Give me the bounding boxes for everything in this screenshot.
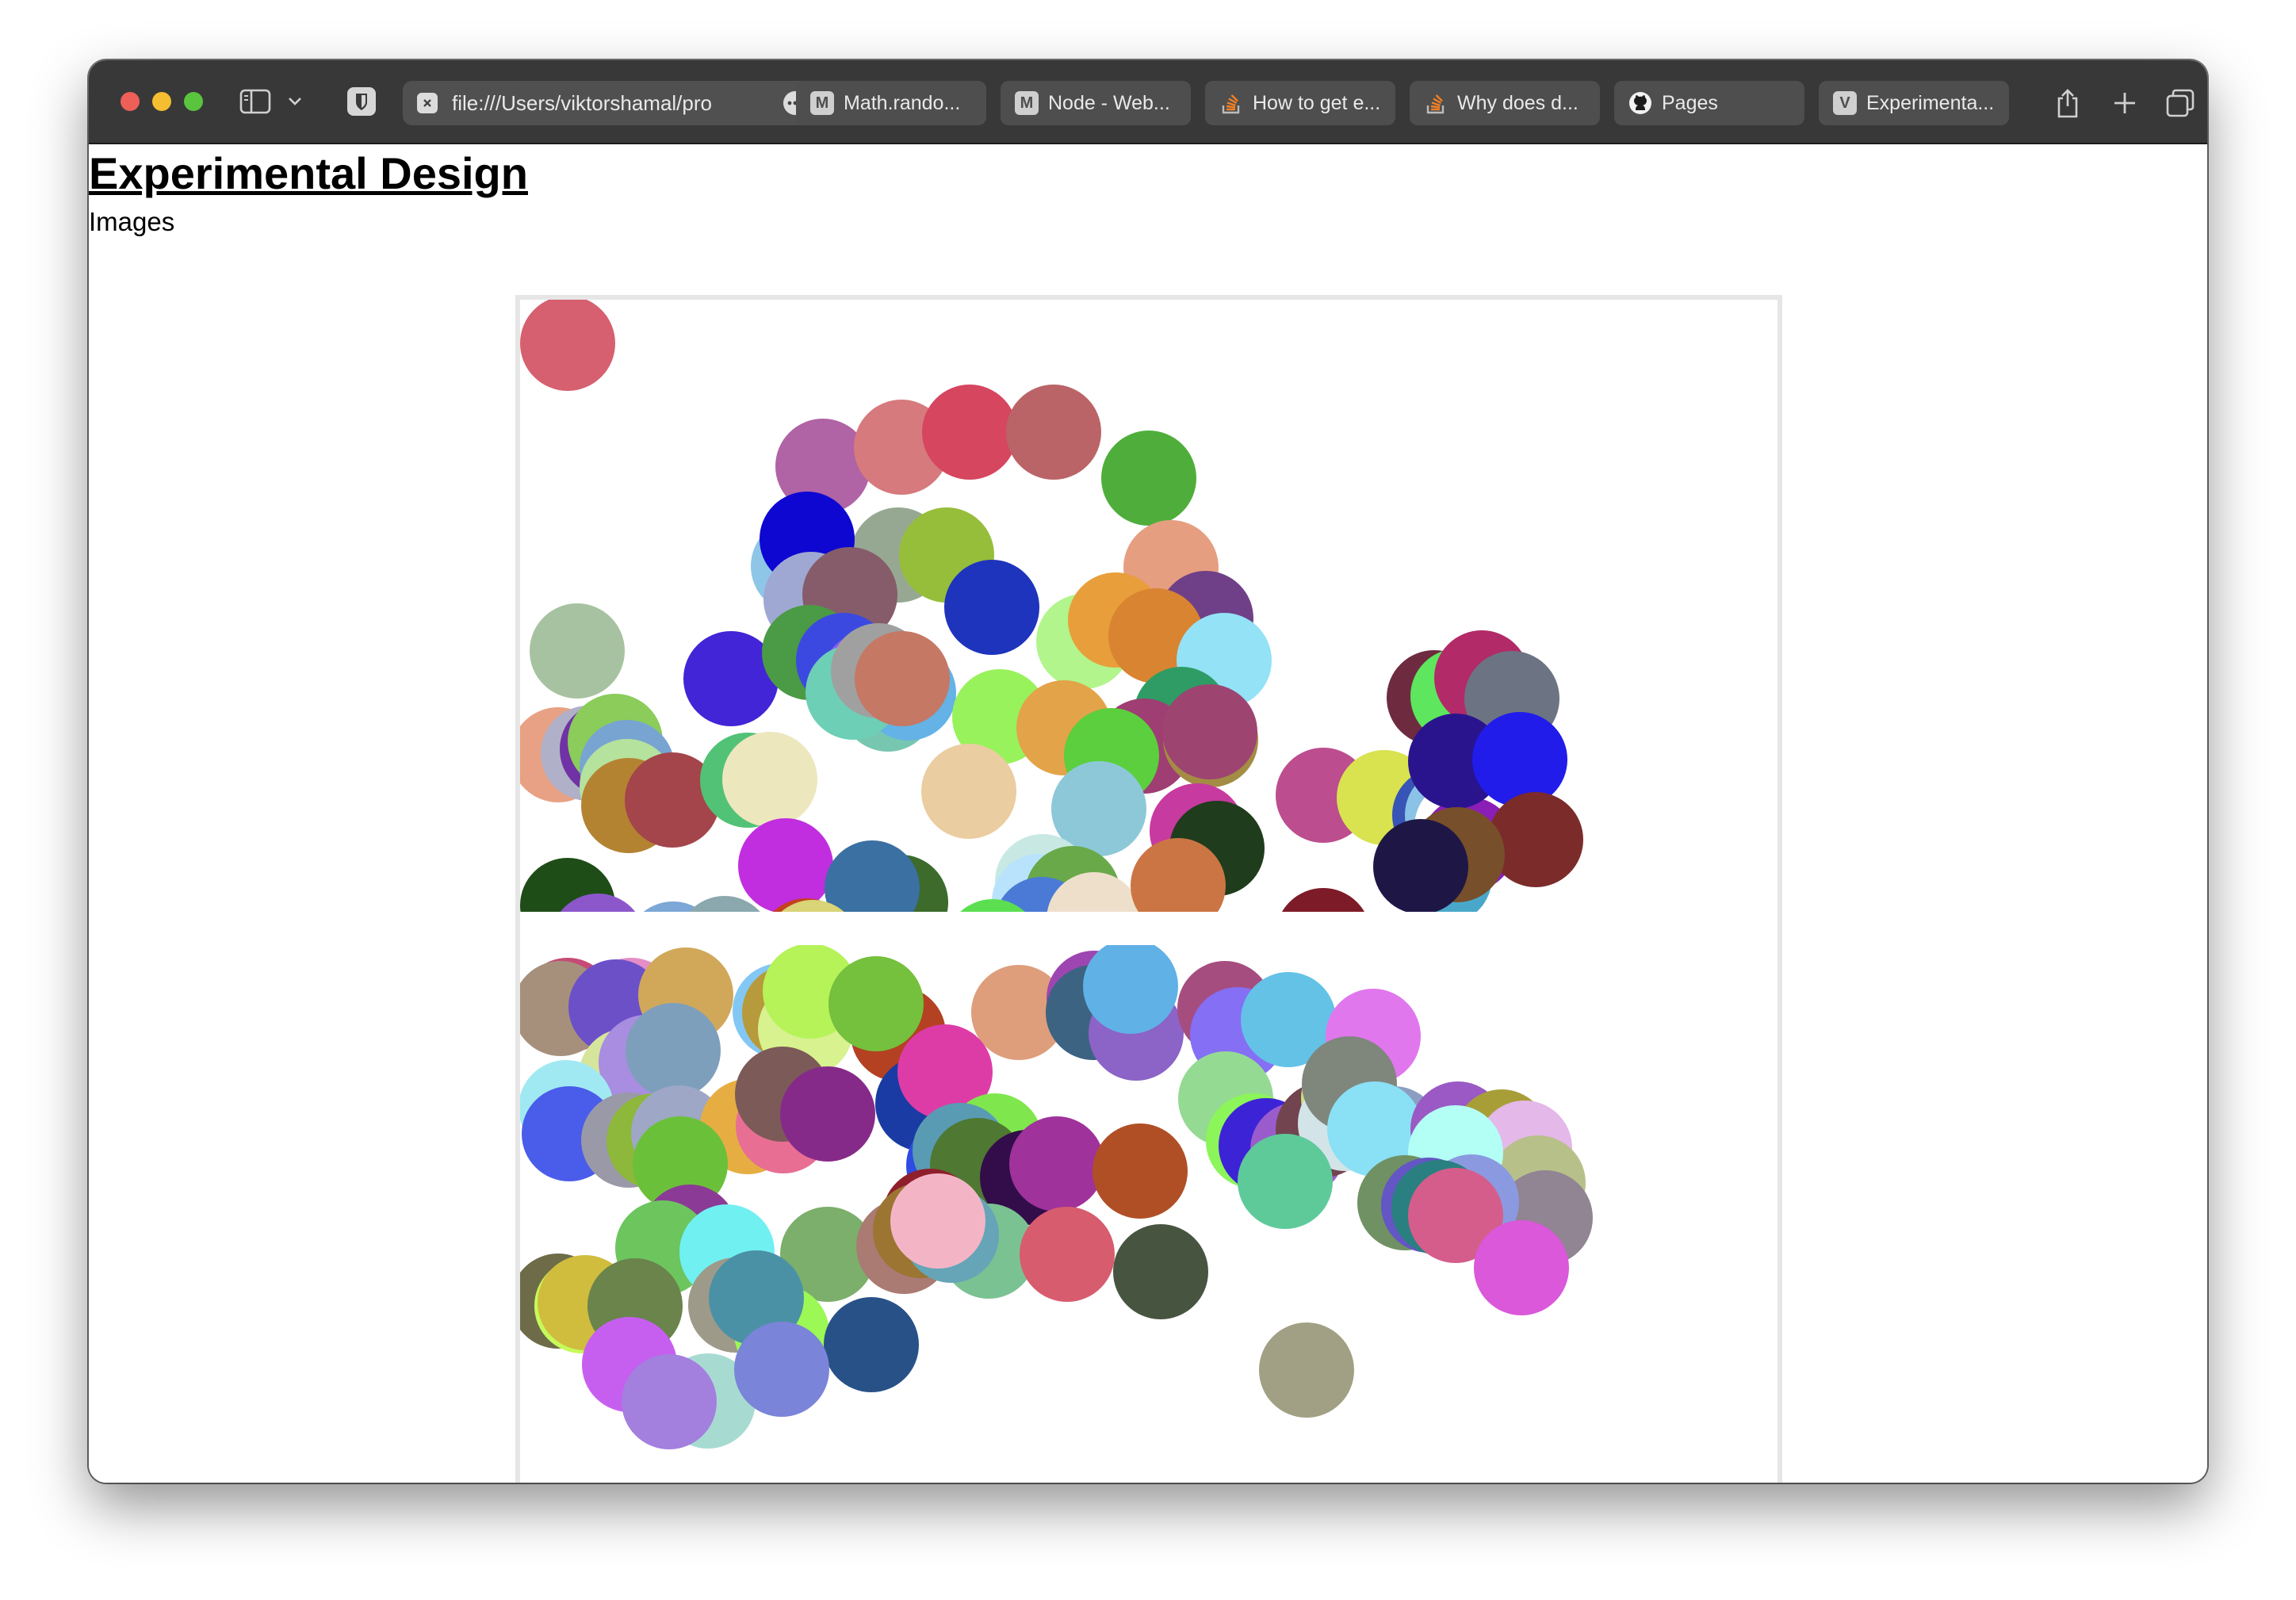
- circle: [825, 840, 920, 912]
- browser-window: file:///Users/viktorshamal/pro M Math.ra…: [89, 60, 2207, 1483]
- circle: [1238, 1134, 1333, 1229]
- stackoverflow-icon: [1219, 91, 1243, 115]
- circles-canvas-1: [520, 300, 1583, 912]
- browser-toolbar: file:///Users/viktorshamal/pro M Math.ra…: [89, 60, 2207, 144]
- circle: [922, 385, 1017, 480]
- minimize-window-button[interactable]: [152, 92, 171, 111]
- tab-why-does[interactable]: Why does d...: [1410, 81, 1600, 125]
- circle: [855, 631, 950, 726]
- tab-title: How to get e...: [1253, 91, 1381, 114]
- circle: [1474, 1220, 1569, 1315]
- circle: [780, 1066, 875, 1162]
- tab-title: Node - Web...: [1048, 91, 1170, 114]
- tab-how-to-get[interactable]: How to get e...: [1205, 81, 1395, 125]
- circle: [530, 603, 625, 699]
- circle: [520, 300, 615, 391]
- address-bar[interactable]: file:///Users/viktorshamal/pro: [403, 81, 821, 125]
- circle: [622, 1354, 717, 1449]
- sidebar-icon[interactable]: [236, 82, 274, 121]
- circle: [722, 732, 817, 827]
- circle: [734, 1322, 829, 1417]
- plus-icon[interactable]: [2103, 81, 2147, 125]
- page-subtitle: Images: [89, 207, 175, 236]
- tab-favicon-letter: M: [1015, 91, 1039, 115]
- circle: [1093, 1123, 1188, 1219]
- close-window-button[interactable]: [121, 92, 140, 111]
- tab-math-random[interactable]: M Math.rando...: [796, 81, 986, 125]
- circle: [828, 956, 924, 1051]
- tab-favicon-letter: V: [1833, 91, 1857, 115]
- circle: [1009, 1116, 1104, 1211]
- circle: [1488, 792, 1583, 887]
- circle: [944, 560, 1039, 655]
- circle: [1020, 1207, 1115, 1302]
- circle: [1282, 888, 1364, 912]
- chevron-down-icon[interactable]: [282, 82, 308, 121]
- canvas-image-1: [520, 300, 1777, 912]
- zoom-window-button[interactable]: [184, 92, 203, 111]
- circle: [1472, 712, 1567, 807]
- circle: [824, 1297, 919, 1392]
- shield-icon[interactable]: [342, 82, 381, 121]
- circle: [921, 744, 1016, 839]
- circle: [1162, 684, 1257, 779]
- github-icon: [1628, 91, 1652, 115]
- stackoverflow-icon: [1424, 91, 1448, 115]
- canvas-image-2: [520, 945, 1777, 1483]
- circle: [738, 818, 833, 912]
- circle: [626, 1003, 721, 1098]
- tab-title: Pages: [1662, 91, 1718, 114]
- circle: [1101, 431, 1196, 526]
- tab-title: Math.rando...: [844, 91, 961, 114]
- page-content: Experimental Design Images: [89, 144, 2207, 1483]
- circle: [1006, 385, 1101, 480]
- circle: [890, 1173, 985, 1269]
- url-text: file:///Users/viktorshamal/pro: [452, 90, 712, 115]
- circle: [1113, 1224, 1208, 1319]
- circles-canvas-2: [520, 945, 1593, 1449]
- tab-title: Experimenta...: [1866, 91, 1995, 114]
- file-close-icon[interactable]: [417, 93, 438, 113]
- tab-node-web[interactable]: M Node - Web...: [1001, 81, 1191, 125]
- page-title[interactable]: Experimental Design: [89, 144, 528, 203]
- tab-favicon-letter: M: [810, 91, 834, 115]
- tab-pages[interactable]: Pages: [1614, 81, 1804, 125]
- tab-experimental-design[interactable]: V Experimenta...: [1819, 81, 2009, 125]
- share-icon[interactable]: [2045, 81, 2090, 125]
- tab-title: Why does d...: [1457, 91, 1578, 114]
- tab-overview-icon[interactable]: [2158, 81, 2202, 125]
- circle: [1373, 819, 1468, 912]
- circle: [1259, 1322, 1354, 1418]
